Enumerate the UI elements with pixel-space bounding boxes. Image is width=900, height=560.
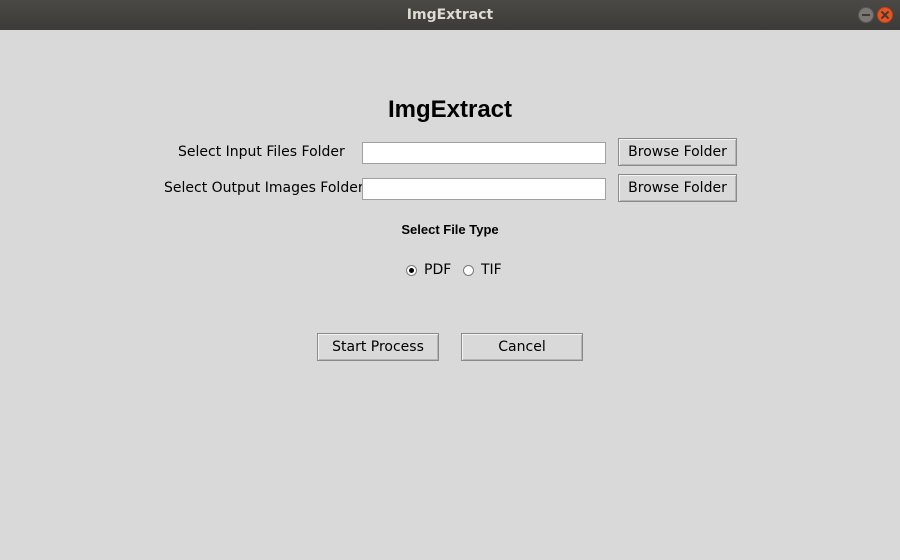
radio-pdf-label: PDF bbox=[424, 262, 452, 278]
radio-tif-label: TIF bbox=[481, 262, 502, 278]
radio-pdf-indicator[interactable] bbox=[406, 264, 417, 276]
output-folder-field[interactable] bbox=[362, 178, 606, 200]
browse-input-folder-button[interactable]: Browse Folder bbox=[618, 138, 737, 166]
input-folder-field[interactable] bbox=[362, 142, 606, 164]
window-titlebar: ImgExtract bbox=[0, 0, 900, 30]
close-icon[interactable] bbox=[877, 7, 893, 23]
input-folder-label: Select Input Files Folder bbox=[178, 144, 345, 160]
page-title: ImgExtract bbox=[387, 96, 513, 123]
radio-tif[interactable]: TIF bbox=[463, 262, 502, 278]
output-folder-label: Select Output Images Folder bbox=[164, 180, 364, 196]
minimize-icon[interactable] bbox=[858, 7, 874, 23]
start-process-button[interactable]: Start Process bbox=[317, 333, 439, 361]
window-title: ImgExtract bbox=[406, 7, 494, 23]
cancel-button[interactable]: Cancel bbox=[461, 333, 583, 361]
file-type-label: Select File Type bbox=[401, 222, 499, 237]
radio-pdf[interactable]: PDF bbox=[406, 262, 451, 278]
browse-output-folder-button[interactable]: Browse Folder bbox=[618, 174, 737, 202]
radio-tif-indicator[interactable] bbox=[463, 264, 474, 276]
